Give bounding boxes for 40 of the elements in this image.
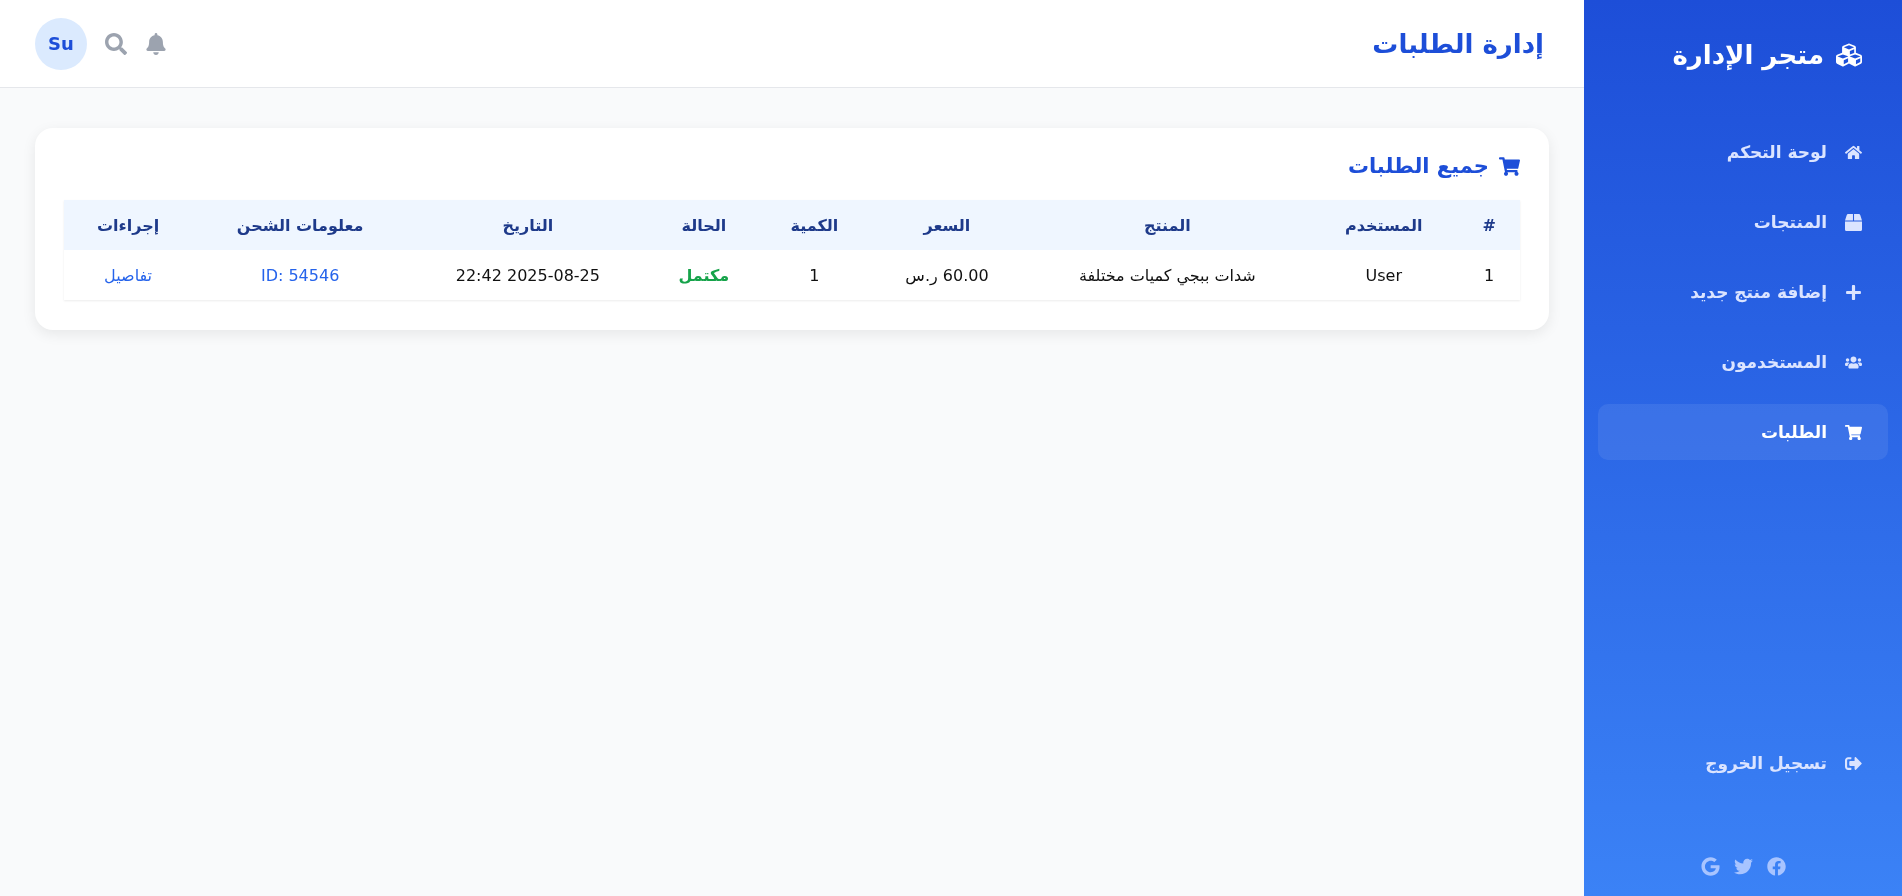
logout-icon [1845,754,1862,772]
column-header: السعر [868,200,1026,250]
table-link[interactable]: تفاصيل [64,250,193,300]
column-header: # [1458,200,1520,250]
column-header: معلومات الشحن [192,200,409,250]
logout-link[interactable]: تسجيل الخروج [1598,735,1888,791]
sidebar-item[interactable]: الطلبات [1598,404,1888,460]
cart-icon [1499,155,1520,177]
table-cell: شدات ببجي كميات مختلفة [1025,250,1310,300]
facebook-icon[interactable] [1766,857,1786,876]
card-title: جميع الطلبات [1347,154,1489,178]
column-header: الحالة [647,200,761,250]
twitter-icon[interactable] [1733,857,1753,876]
status-text: مكتمل [647,250,761,300]
search-icon[interactable] [105,32,127,55]
sidebar-item[interactable]: إضافة منتج جديد [1598,264,1888,320]
column-header: التاريخ [408,200,648,250]
dashboard-icon [1845,143,1862,161]
column-header: إجراءات [64,200,193,250]
sidebar-item[interactable]: المنتجات [1598,194,1888,250]
sidebar-item[interactable]: المستخدمون [1598,334,1888,390]
orders-icon [1845,423,1862,441]
page-title: إدارة الطلبات [1372,28,1544,59]
table-cell: 2025-08-25 22:42 [408,250,648,300]
user-avatar[interactable]: Su [35,17,87,70]
table-cell: 60.00 ر.س [868,250,1026,300]
products-icon [1845,213,1862,231]
google-icon[interactable] [1700,857,1720,876]
table-cell: 1 [1458,250,1520,300]
table-link[interactable]: ID: 54546 [192,250,409,300]
add-icon [1845,283,1862,301]
notification-icon[interactable] [145,32,167,55]
sidebar-item[interactable]: لوحة التحكم [1598,124,1888,180]
table-cell: User [1309,250,1459,300]
cubes-icon [1836,42,1862,68]
column-header: المنتج [1025,200,1310,250]
column-header: الكمية [760,200,869,250]
column-header: المستخدم [1309,200,1459,250]
table-cell: 1 [760,250,869,300]
brand-name: متجر الإدارة [1672,40,1824,70]
